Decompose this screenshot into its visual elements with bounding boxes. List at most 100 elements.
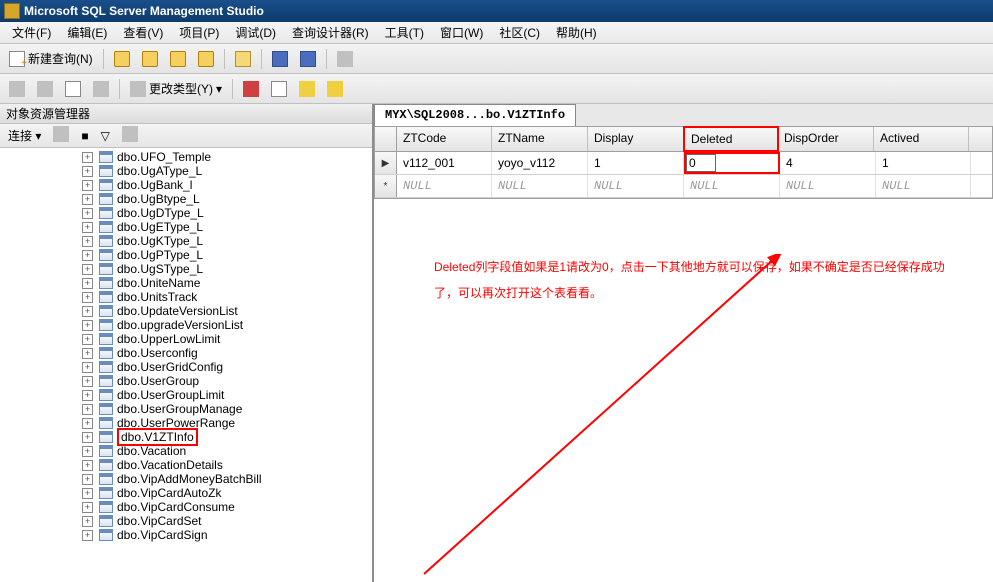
- tree-node-table[interactable]: +dbo.VipCardConsume: [2, 500, 370, 514]
- expand-icon[interactable]: +: [82, 180, 93, 191]
- tool-saveall[interactable]: [295, 48, 321, 70]
- expand-icon[interactable]: +: [82, 488, 93, 499]
- tool-criteria[interactable]: [32, 78, 58, 100]
- tree-node-table[interactable]: +dbo.UFO_Temple: [2, 150, 370, 164]
- tree-node-table[interactable]: +dbo.UpdateVersionList: [2, 304, 370, 318]
- tree-node-table[interactable]: +dbo.UgSType_L: [2, 262, 370, 276]
- grid-row[interactable]: *NULLNULLNULLNULLNULLNULL: [375, 175, 992, 198]
- change-type-button[interactable]: 更改类型(Y) ▾: [125, 78, 227, 100]
- cell-deleted[interactable]: [684, 152, 780, 174]
- col-actived[interactable]: Actived: [874, 127, 969, 151]
- tree-node-table[interactable]: +dbo.UgDType_L: [2, 206, 370, 220]
- col-disporder[interactable]: DispOrder: [778, 127, 874, 151]
- expand-icon[interactable]: +: [82, 432, 93, 443]
- expand-icon[interactable]: +: [82, 166, 93, 177]
- tool-refresh[interactable]: [49, 124, 73, 147]
- expand-icon[interactable]: +: [82, 404, 93, 415]
- tree-node-table[interactable]: +dbo.VipCardSign: [2, 528, 370, 542]
- cell-display[interactable]: 1: [588, 152, 684, 174]
- col-display[interactable]: Display: [588, 127, 684, 151]
- expand-icon[interactable]: +: [82, 222, 93, 233]
- expand-icon[interactable]: +: [82, 236, 93, 247]
- menu-edit[interactable]: 编辑(E): [59, 21, 115, 44]
- col-ztcode[interactable]: ZTCode: [397, 127, 492, 151]
- tool-db3[interactable]: [165, 48, 191, 70]
- tool-filter[interactable]: ▽: [97, 127, 114, 145]
- cell-display[interactable]: NULL: [588, 175, 684, 197]
- expand-icon[interactable]: +: [82, 446, 93, 457]
- expand-icon[interactable]: +: [82, 250, 93, 261]
- expand-icon[interactable]: +: [82, 376, 93, 387]
- cell-actived[interactable]: NULL: [876, 175, 971, 197]
- tool-groupby[interactable]: [294, 78, 320, 100]
- tree-node-table[interactable]: +dbo.VipCardSet: [2, 514, 370, 528]
- expand-icon[interactable]: +: [82, 460, 93, 471]
- tree-node-table[interactable]: +dbo.Vacation: [2, 444, 370, 458]
- tree-node-table[interactable]: +dbo.VipCardAutoZk: [2, 486, 370, 500]
- tool-db1[interactable]: [109, 48, 135, 70]
- col-ztname[interactable]: ZTName: [492, 127, 588, 151]
- expand-icon[interactable]: +: [82, 208, 93, 219]
- expand-icon[interactable]: +: [82, 516, 93, 527]
- expand-icon[interactable]: +: [82, 306, 93, 317]
- tool-sql[interactable]: [60, 78, 86, 100]
- expand-icon[interactable]: +: [82, 264, 93, 275]
- tree-node-table[interactable]: +dbo.UgAType_L: [2, 164, 370, 178]
- tree-node-table[interactable]: +dbo.UgEType_L: [2, 220, 370, 234]
- tool-addtable[interactable]: [322, 78, 348, 100]
- tree-node-table[interactable]: +dbo.UgKType_L: [2, 234, 370, 248]
- tree-node-table[interactable]: +dbo.UgBank_l: [2, 178, 370, 192]
- tool-activity[interactable]: [332, 48, 358, 70]
- expand-icon[interactable]: +: [82, 530, 93, 541]
- tree-view[interactable]: +dbo.UFO_Temple+dbo.UgAType_L+dbo.UgBank…: [0, 148, 372, 582]
- expand-icon[interactable]: +: [82, 152, 93, 163]
- tree-node-table[interactable]: +dbo.VacationDetails: [2, 458, 370, 472]
- tool-verify[interactable]: [266, 78, 292, 100]
- menu-project[interactable]: 项目(P): [171, 21, 227, 44]
- cell-ztcode[interactable]: NULL: [397, 175, 492, 197]
- expand-icon[interactable]: +: [82, 474, 93, 485]
- menu-file[interactable]: 文件(F): [4, 21, 59, 44]
- menu-tools[interactable]: 工具(T): [377, 21, 432, 44]
- cell-ztname[interactable]: yoyo_v112: [492, 152, 588, 174]
- tool-db2[interactable]: [137, 48, 163, 70]
- expand-icon[interactable]: +: [82, 362, 93, 373]
- tree-node-table[interactable]: +dbo.UserGridConfig: [2, 360, 370, 374]
- expand-icon[interactable]: +: [82, 502, 93, 513]
- expand-icon[interactable]: +: [82, 278, 93, 289]
- tree-node-table[interactable]: +dbo.V1ZTInfo: [2, 430, 370, 444]
- menu-community[interactable]: 社区(C): [491, 21, 548, 44]
- tool-save[interactable]: [267, 48, 293, 70]
- tree-node-table[interactable]: +dbo.UserGroupLimit: [2, 388, 370, 402]
- tool-diagram[interactable]: [4, 78, 30, 100]
- expand-icon[interactable]: +: [82, 348, 93, 359]
- tree-node-table[interactable]: +dbo.Userconfig: [2, 346, 370, 360]
- connect-button[interactable]: 连接 ▾: [4, 125, 45, 146]
- cell-disporder[interactable]: NULL: [780, 175, 876, 197]
- menu-debug[interactable]: 调试(D): [227, 21, 284, 44]
- tool-open[interactable]: [230, 48, 256, 70]
- menu-querydesigner[interactable]: 查询设计器(R): [284, 21, 377, 44]
- expand-icon[interactable]: +: [82, 390, 93, 401]
- tree-node-table[interactable]: +dbo.UnitsTrack: [2, 290, 370, 304]
- expand-icon[interactable]: +: [82, 194, 93, 205]
- cell-disporder[interactable]: 4: [780, 152, 876, 174]
- menu-view[interactable]: 查看(V): [115, 21, 171, 44]
- cell-ztname[interactable]: NULL: [492, 175, 588, 197]
- tree-node-table[interactable]: +dbo.VipAddMoneyBatchBill: [2, 472, 370, 486]
- col-deleted[interactable]: Deleted: [683, 126, 779, 152]
- expand-icon[interactable]: +: [82, 292, 93, 303]
- grid-row[interactable]: ▶v112_001yoyo_v112141: [375, 152, 992, 175]
- cell-actived[interactable]: 1: [876, 152, 971, 174]
- tool-db4[interactable]: [193, 48, 219, 70]
- tool-results[interactable]: [88, 78, 114, 100]
- data-grid[interactable]: ZTCode ZTName Display Deleted DispOrder …: [374, 126, 993, 199]
- cell-ztcode[interactable]: v112_001: [397, 152, 492, 174]
- cell-deleted[interactable]: NULL: [684, 175, 780, 197]
- menu-help[interactable]: 帮助(H): [548, 21, 605, 44]
- deleted-input[interactable]: [686, 154, 716, 172]
- tree-node-table[interactable]: +dbo.UniteName: [2, 276, 370, 290]
- tree-node-table[interactable]: +dbo.UgBtype_L: [2, 192, 370, 206]
- tree-node-table[interactable]: +dbo.UserGroupManage: [2, 402, 370, 416]
- tool-stop[interactable]: ■: [77, 127, 92, 145]
